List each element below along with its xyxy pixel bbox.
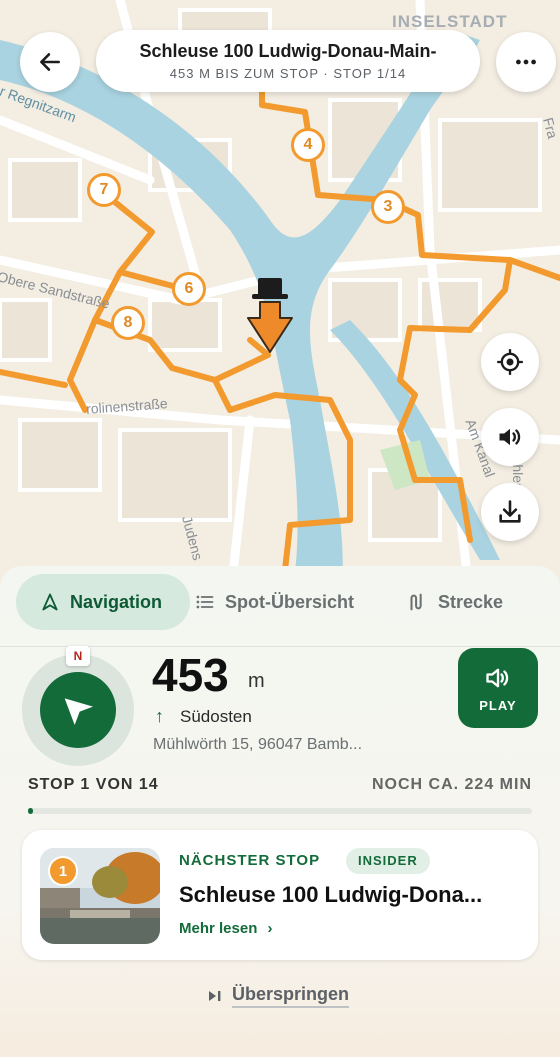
stop-marker[interactable]: 6	[172, 272, 206, 306]
stop-count: STOP 1 VON 14	[28, 776, 159, 793]
next-stop-card[interactable]: 1 NÄCHSTER STOP INSIDER Schleuse 100 Lud…	[22, 830, 538, 960]
tab-spot-overview[interactable]: Spot-Übersicht	[195, 574, 354, 630]
skip-button[interactable]: Überspringen	[206, 984, 350, 1008]
direction-text: Südosten	[180, 707, 252, 726]
tab-label: Spot-Übersicht	[225, 591, 355, 612]
stop-marker[interactable]: 4	[291, 128, 325, 162]
more-horizontal-icon	[516, 59, 536, 65]
insider-badge: INSIDER	[346, 848, 430, 874]
next-stop-label: NÄCHSTER STOP	[179, 852, 321, 869]
arrow-up-icon: ↑	[155, 706, 164, 726]
stop-marker[interactable]: 8	[111, 306, 145, 340]
direction-arrow-icon	[64, 698, 93, 725]
route-icon	[410, 593, 422, 611]
compass-north-label: N	[66, 646, 90, 666]
arrow-left-icon	[40, 53, 60, 71]
back-button[interactable]	[20, 32, 80, 92]
more-button[interactable]	[496, 32, 556, 92]
locate-icon	[497, 349, 523, 375]
tour-progress-fill	[28, 808, 34, 814]
address-text: Mühlwörth 15, 96047 Bamb...	[153, 736, 363, 753]
remaining-time: NOCH CA. 224 MIN	[371, 776, 532, 793]
stop-subtitle: 453 M BIS ZUM STOP · STOP 1/14	[169, 66, 407, 81]
tab-bar: Navigation Spot-Übersicht Strecke	[0, 574, 560, 632]
distance-unit: m	[248, 670, 265, 692]
download-icon	[499, 500, 521, 523]
play-button[interactable]: PLAY	[458, 648, 538, 728]
download-button[interactable]	[481, 483, 539, 541]
stop-title-pill[interactable]: Schleuse 100 Ludwig-Donau-Main- 453 M BI…	[96, 30, 480, 92]
distance-value: 453	[152, 649, 229, 701]
read-more-label: Mehr lesen	[179, 920, 258, 937]
list-icon	[196, 595, 214, 609]
tab-navigation[interactable]: Navigation	[16, 574, 190, 630]
stop-marker[interactable]: 3	[371, 190, 405, 224]
compass-dial	[40, 672, 116, 748]
next-stop-title: Schleuse 100 Ludwig-Dona...	[179, 882, 483, 907]
bottom-panel: Navigation Spot-Übersicht Strecke N 453 …	[0, 566, 560, 1057]
sound-icon	[499, 428, 521, 446]
stop-marker[interactable]: 7	[87, 173, 121, 207]
app-screen: INSELSTADT r Regnitzarm Obere Sandstraße…	[0, 0, 560, 1057]
navigation-arrow-icon	[42, 593, 58, 611]
map-view[interactable]: INSELSTADT r Regnitzarm Obere Sandstraße…	[0, 0, 560, 600]
sound-icon	[486, 668, 509, 687]
district-label: INSELSTADT	[392, 12, 508, 31]
chevron-right-icon: ›	[267, 920, 273, 937]
skip-label: Überspringen	[232, 984, 350, 1008]
tour-progress-bar	[28, 808, 532, 814]
locate-button[interactable]	[481, 333, 539, 391]
skip-next-icon	[209, 991, 221, 1001]
stop-title: Schleuse 100 Ludwig-Donau-Main-	[139, 41, 437, 61]
tab-route[interactable]: Strecke	[406, 574, 503, 630]
read-more-link[interactable]: Mehr lesen ›	[179, 920, 273, 937]
tab-label: Navigation	[70, 591, 163, 612]
user-location-icon	[247, 278, 293, 353]
sound-button[interactable]	[481, 408, 539, 466]
tab-label: Strecke	[438, 591, 504, 612]
stop-number-badge: 1	[48, 856, 78, 886]
play-label: PLAY	[479, 697, 517, 713]
